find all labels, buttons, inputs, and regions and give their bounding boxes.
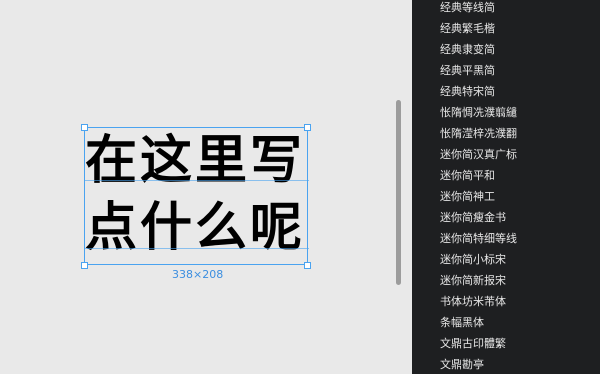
font-item[interactable]: 经典特宋简 xyxy=(440,82,590,102)
text-box[interactable]: 在这里写 点什么呢 xyxy=(84,127,309,265)
text-line-1[interactable]: 在这里写 xyxy=(85,131,309,191)
baseline-guide xyxy=(85,180,309,181)
dimension-label: 338×208 xyxy=(172,268,224,281)
resize-handle-bottom-left[interactable] xyxy=(81,262,88,269)
text-line-2[interactable]: 点什么呢 xyxy=(85,198,309,258)
vertical-scrollbar[interactable] xyxy=(396,100,401,285)
font-item[interactable]: 迷你简特细等线 xyxy=(440,229,590,249)
baseline-guide xyxy=(85,248,309,249)
font-item[interactable]: 文鼎勘亭 xyxy=(440,355,590,374)
font-item[interactable]: 经典繁毛楷 xyxy=(440,19,590,39)
font-item[interactable]: 书体坊米芾体 xyxy=(440,292,590,312)
font-item[interactable]: 迷你简瘦金书 xyxy=(440,208,590,228)
panel-gap xyxy=(402,0,412,374)
font-item[interactable]: 迷你简神工 xyxy=(440,187,590,207)
font-item[interactable]: 迷你简平和 xyxy=(440,166,590,186)
font-list-panel: 经典等线简 经典繁毛楷 经典隶变简 经典平黑简 经典特宋简 怅隋惆冼濮翦繾 怅隋… xyxy=(412,0,600,374)
font-item[interactable]: 迷你简汉真广标 xyxy=(440,145,590,165)
font-item[interactable]: 条幅黑体 xyxy=(440,313,590,333)
resize-handle-bottom-right[interactable] xyxy=(304,262,311,269)
font-item[interactable]: 迷你简新报宋 xyxy=(440,271,590,291)
font-item[interactable]: 文鼎古印體繁 xyxy=(440,334,590,354)
font-item[interactable]: 经典隶变简 xyxy=(440,40,590,60)
font-item[interactable]: 经典等线简 xyxy=(440,0,590,18)
resize-handle-top-right[interactable] xyxy=(304,124,311,131)
font-item[interactable]: 经典平黑简 xyxy=(440,61,590,81)
font-item[interactable]: 怅隋惆冼濮翦繾 xyxy=(440,103,590,123)
font-item[interactable]: 怅隋滢梓冼濮翻 xyxy=(440,124,590,144)
font-item[interactable]: 迷你简小标宋 xyxy=(440,250,590,270)
design-canvas: 在这里写 点什么呢 338×208 xyxy=(0,0,396,374)
resize-handle-top-left[interactable] xyxy=(81,124,88,131)
